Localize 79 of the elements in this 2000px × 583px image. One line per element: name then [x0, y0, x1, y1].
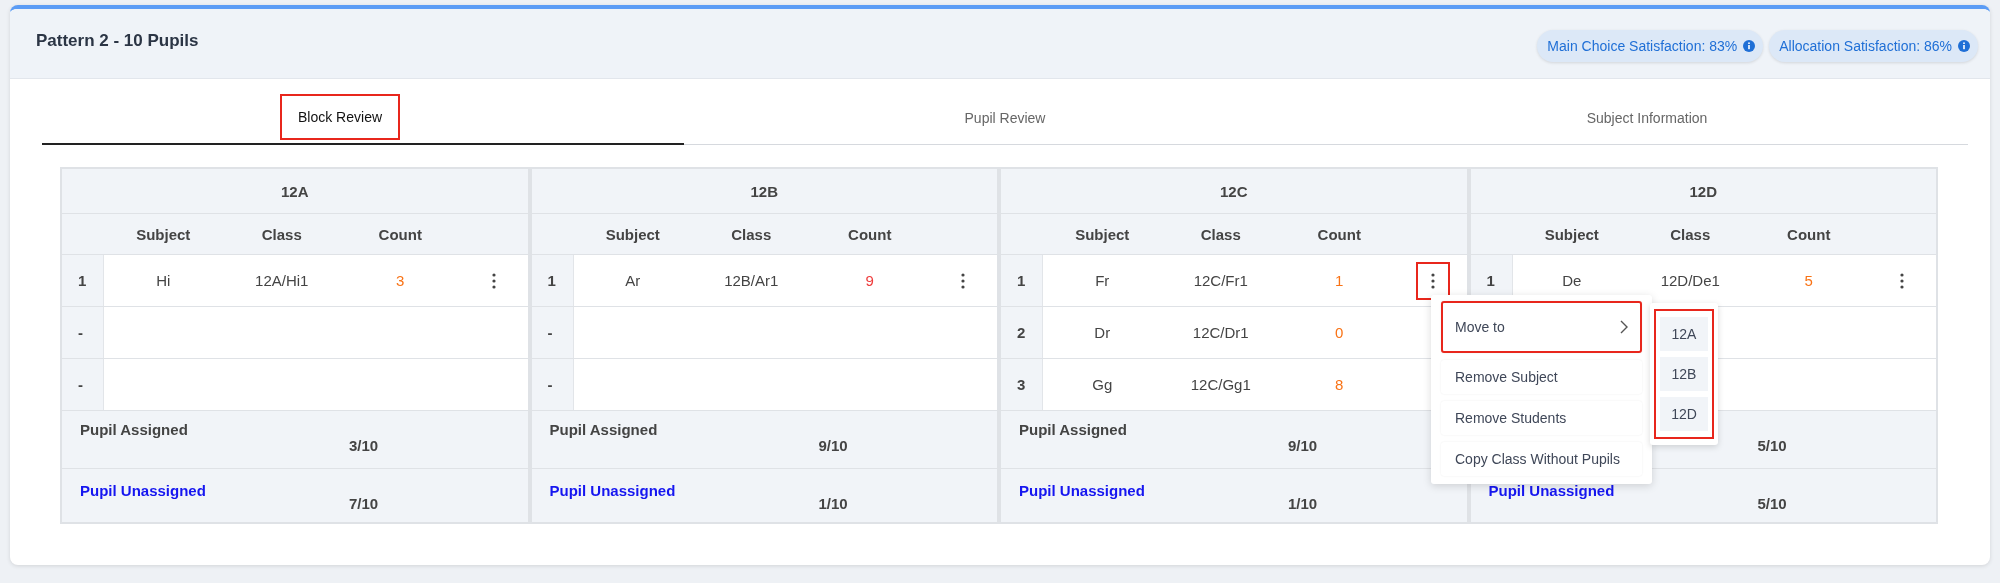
subject-cell: Dr [1094, 324, 1111, 341]
unassigned-label: Pupil Unassigned [549, 482, 676, 499]
tab[interactable]: Subject Information [1326, 91, 1968, 145]
count-value: 1 [1335, 272, 1344, 289]
block-title: 12A [62, 169, 528, 214]
pupil-ratio: 5/10 [1757, 437, 1787, 454]
class-cell: 12B/Ar1 [724, 272, 779, 289]
row-number: - [547, 324, 553, 341]
row-number: - [547, 376, 553, 393]
class-cell: 12D/De1 [1660, 272, 1720, 289]
count-value: 0 [1335, 324, 1344, 341]
kebab-icon [491, 272, 496, 289]
count-value: 5 [1804, 272, 1813, 289]
menu-item[interactable]: Remove Subject [1441, 360, 1642, 394]
pupil-ratio: 5/10 [1757, 495, 1787, 512]
kebab-icon [961, 272, 965, 289]
pupil-ratio: 1/10 [1288, 495, 1318, 512]
tab[interactable]: Block Review [42, 91, 684, 145]
column-header: Subject [1074, 225, 1131, 243]
chevron-right-icon [1620, 320, 1628, 334]
info-icon[interactable] [1743, 40, 1756, 52]
submenu-item[interactable]: 12A [1660, 317, 1708, 351]
row-number: - [78, 324, 83, 341]
block-title: 12D [1470, 169, 1936, 214]
unassigned-label: Pupil Unassigned [80, 482, 206, 499]
row-number: 1 [78, 272, 87, 289]
column-header: Class [1669, 225, 1712, 243]
pupil-ratio: 9/10 [818, 437, 848, 454]
pupil-ratio: 3/10 [349, 437, 379, 454]
pupil-ratio: 9/10 [1288, 437, 1318, 454]
satisfaction-badge: Main Choice Satisfaction: 83% [1537, 30, 1764, 62]
row-number: 3 [1017, 376, 1026, 393]
column-header: Class [260, 225, 303, 243]
count-value: 3 [396, 272, 405, 289]
pupil-ratio: 1/10 [818, 495, 848, 512]
page-title: Pattern 2 - 10 Pupils [36, 31, 199, 51]
class-cell: 12C/Fr1 [1193, 272, 1248, 289]
count-value: 8 [1335, 376, 1344, 393]
subject-cell: Ar [625, 272, 641, 289]
block-title: 12B [531, 169, 997, 214]
count-value: 9 [865, 272, 874, 289]
menu-item[interactable]: Remove Students [1441, 401, 1642, 435]
column-header: Count [1786, 225, 1832, 243]
tab[interactable]: Pupil Review [684, 91, 1326, 145]
column-header: Subject [1543, 225, 1600, 243]
class-cell: 12A/Hi1 [255, 272, 309, 289]
submenu-item[interactable]: 12D [1660, 397, 1708, 431]
class-cell: 12C/Dr1 [1192, 324, 1249, 341]
pupil-ratio: 7/10 [349, 495, 379, 512]
subject-cell: De [1562, 272, 1582, 289]
menu-item[interactable]: Copy Class Without Pupils [1441, 442, 1642, 476]
class-cell: 12C/Gg1 [1190, 376, 1251, 393]
assigned-label: Pupil Assigned [549, 421, 658, 438]
subject-cell: Gg [1092, 376, 1113, 393]
subject-cell: Hi [156, 272, 171, 289]
menu-item[interactable]: Move to [1441, 301, 1642, 353]
assigned-label: Pupil Assigned [80, 421, 188, 438]
row-number: 1 [547, 272, 556, 289]
row-number: 2 [1017, 324, 1026, 341]
unassigned-label: Pupil Unassigned [1019, 482, 1145, 499]
block-title: 12C [1001, 169, 1467, 214]
column-header: Class [730, 225, 773, 243]
column-header: Subject [135, 225, 192, 243]
unassigned-label: Pupil Unassigned [1488, 482, 1615, 499]
satisfaction-badge: Allocation Satisfaction: 86% [1769, 30, 1978, 62]
column-header: Subject [604, 225, 661, 243]
column-header: Count [847, 225, 893, 243]
column-header: Count [1316, 225, 1362, 243]
info-icon[interactable] [1958, 40, 1970, 52]
kebab-icon [1900, 272, 1904, 289]
subject-cell: Fr [1095, 272, 1110, 289]
submenu-item[interactable]: 12B [1660, 357, 1708, 391]
column-header: Count [377, 225, 423, 243]
row-number: - [78, 376, 83, 393]
row-number: 1 [1486, 272, 1495, 289]
row-number: 1 [1017, 272, 1026, 289]
kebab-icon [1430, 272, 1435, 289]
column-header: Class [1199, 225, 1242, 243]
assigned-label: Pupil Assigned [1019, 421, 1127, 438]
